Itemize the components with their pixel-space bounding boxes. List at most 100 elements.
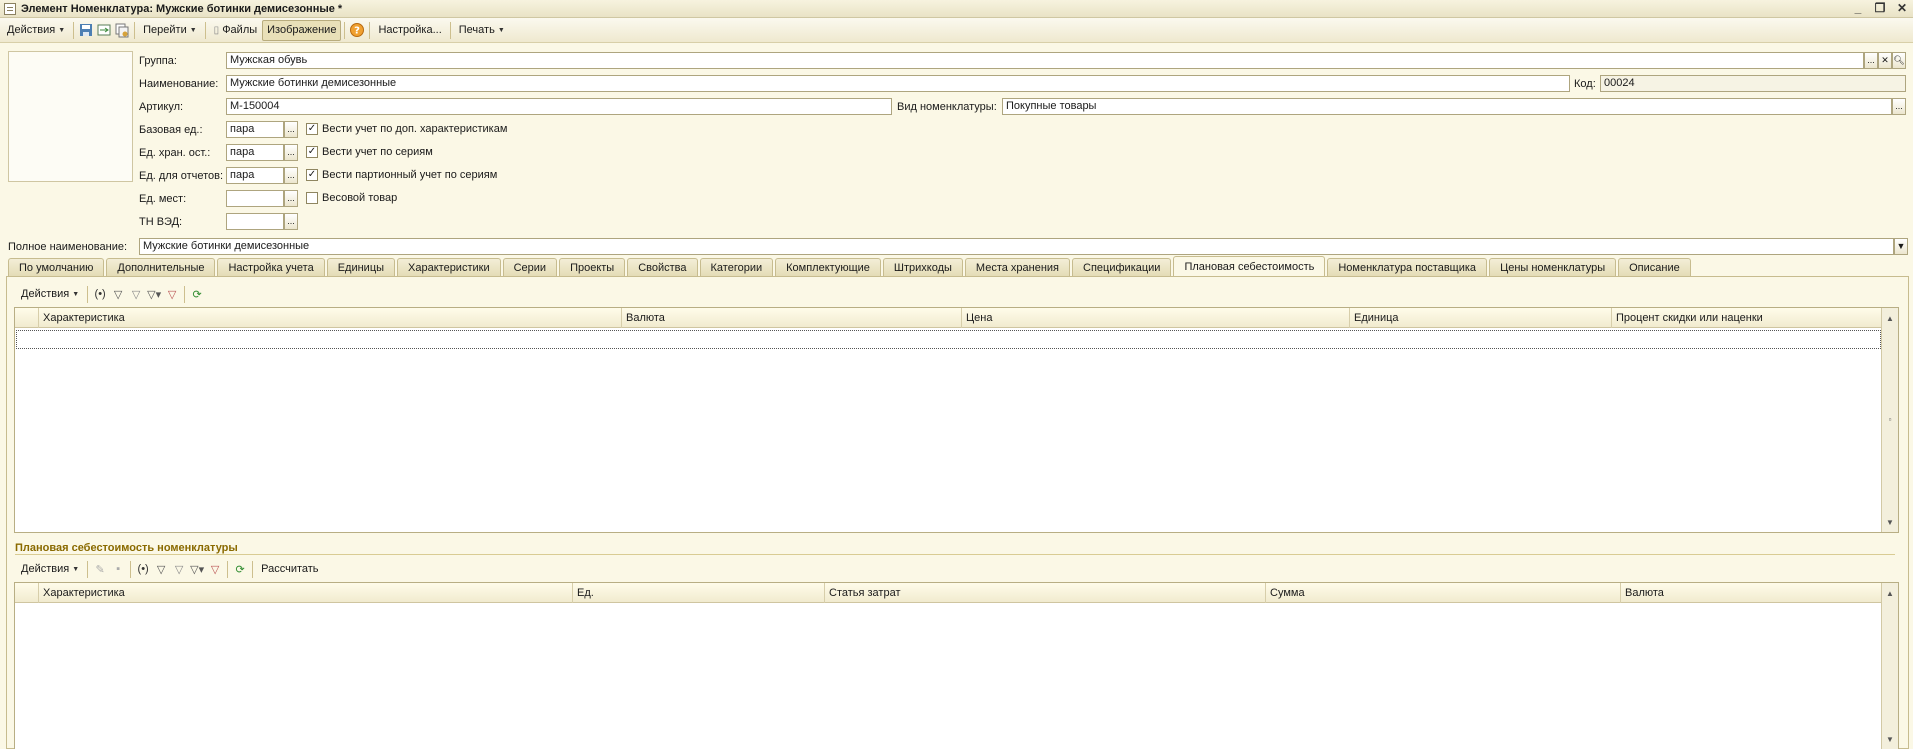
group-open-icon[interactable]: 🔍︎ [1892, 52, 1906, 69]
lower-grid-scrollbar[interactable]: ▲ ▼ [1881, 583, 1898, 749]
image-button[interactable]: Изображение [262, 19, 342, 41]
tab-description[interactable]: Описание [1618, 258, 1691, 276]
print-menu-button[interactable]: Печать ▼ [454, 20, 510, 41]
batch-checkbox[interactable]: ✓ Вести партионный учет по сериям [306, 169, 497, 181]
batch-checkbox-label: Вести партионный учет по сериям [322, 169, 498, 181]
filter-history-icon[interactable]: ▽▾ [145, 285, 163, 303]
fullname-dropdown-icon[interactable]: ▼ [1894, 238, 1908, 255]
series-checkbox[interactable]: ✓ Вести учет по сериям [306, 146, 433, 158]
files-button[interactable]: ▯ Файлы [209, 20, 262, 41]
filter-by-value-icon[interactable]: ▽ [127, 285, 145, 303]
tab-components[interactable]: Комплектующие [775, 258, 881, 276]
copy-icon[interactable] [113, 21, 131, 39]
edit-icon[interactable]: ✎ [91, 560, 109, 578]
upper-grid-scrollbar[interactable]: ▲ ▫ ▼ [1881, 308, 1898, 532]
group-select-button[interactable]: ... [1864, 52, 1878, 69]
tab-additional[interactable]: Дополнительные [106, 258, 216, 276]
article-field[interactable]: М-150004 [226, 98, 892, 115]
minimize-icon[interactable]: _ [1851, 1, 1865, 15]
place-unit-field[interactable] [226, 190, 284, 207]
kind-select-button[interactable]: ... [1892, 98, 1906, 115]
goto-menu-button[interactable]: Перейти ▼ [138, 20, 202, 41]
tab-accounting-settings[interactable]: Настройка учета [217, 258, 325, 276]
scroll-down-icon[interactable]: ▼ [1882, 731, 1898, 747]
filter-clear-icon[interactable]: ▽ [163, 285, 181, 303]
col-currency[interactable]: Валюта [1621, 583, 1882, 603]
tab-planned-cost[interactable]: Плановая себестоимость [1173, 256, 1326, 276]
storage-unit-field[interactable]: пара [226, 144, 284, 161]
base-unit-field[interactable]: пара [226, 121, 284, 138]
tab-supplier-items[interactable]: Номенклатура поставщика [1327, 258, 1488, 276]
tnved-field[interactable] [226, 213, 284, 230]
filter-set-icon[interactable]: ▽ [109, 285, 127, 303]
lower-actions-menu-button[interactable]: Действия ▼ [16, 559, 84, 580]
base-unit-select-button[interactable]: ... [284, 121, 298, 138]
group-field[interactable]: Мужская обувь [226, 52, 1864, 69]
col-price[interactable]: Цена [962, 308, 1350, 328]
save-icon[interactable] [77, 21, 95, 39]
refresh-icon[interactable]: ⟳ [188, 285, 206, 303]
scroll-up-icon[interactable]: ▲ [1882, 585, 1898, 601]
code-field[interactable]: 00024 [1600, 75, 1906, 92]
tab-storage-places[interactable]: Места хранения [964, 258, 1071, 276]
calculate-button[interactable]: Рассчитать [256, 559, 323, 580]
col-currency[interactable]: Валюта [622, 308, 962, 328]
tnved-select-button[interactable]: ... [284, 213, 298, 230]
item-image-box[interactable] [8, 51, 133, 182]
col-unit[interactable]: Единица [1350, 308, 1612, 328]
filter-clear-icon[interactable]: ▽ [206, 560, 224, 578]
save-disabled-icon[interactable]: ▪ [109, 560, 127, 578]
toolbar-separator [369, 21, 371, 39]
save-close-icon[interactable] [95, 21, 113, 39]
tab-specifications[interactable]: Спецификации [1072, 258, 1172, 276]
scroll-down-icon[interactable]: ▼ [1882, 514, 1898, 530]
settings-button[interactable]: Настройка... [373, 20, 446, 41]
dropdown-arrow-icon: ▼ [189, 26, 197, 34]
tab-projects[interactable]: Проекты [559, 258, 626, 276]
scroll-thumb[interactable]: ▫ [1882, 411, 1898, 427]
actions-menu-button[interactable]: Действия ▼ [2, 20, 70, 41]
kind-field[interactable]: Покупные товары [1002, 98, 1892, 115]
tab-item-prices[interactable]: Цены номенклатуры [1489, 258, 1617, 276]
group-clear-icon[interactable]: ✕ [1878, 52, 1892, 69]
col-characteristic[interactable]: Характеристика [39, 583, 573, 603]
storage-unit-select-button[interactable]: ... [284, 144, 298, 161]
col-unit[interactable]: Ед. [573, 583, 825, 603]
upper-actions-menu-button[interactable]: Действия ▼ [16, 284, 84, 305]
fullname-field[interactable]: Мужские ботинки демисезонные [139, 238, 1894, 255]
toolbar-separator [130, 560, 132, 578]
name-label: Наименование: [139, 78, 219, 90]
col-sum[interactable]: Сумма [1266, 583, 1621, 603]
tab-characteristics[interactable]: Характеристики [397, 258, 501, 276]
table-row[interactable] [16, 330, 1881, 349]
characteristics-checkbox[interactable]: ✓ Вести учет по доп. характеристикам [306, 123, 507, 135]
tab-default[interactable]: По умолчанию [8, 258, 105, 276]
parameters-icon[interactable]: (•) [134, 560, 152, 578]
close-icon[interactable]: ✕ [1895, 1, 1909, 15]
help-icon[interactable]: ? [348, 21, 366, 39]
tab-properties[interactable]: Свойства [627, 258, 698, 276]
col-discount-percent[interactable]: Процент скидки или наценки [1612, 308, 1882, 328]
col-characteristic[interactable]: Характеристика [39, 308, 622, 328]
place-unit-select-button[interactable]: ... [284, 190, 298, 207]
report-unit-field[interactable]: пара [226, 167, 284, 184]
scroll-up-icon[interactable]: ▲ [1882, 310, 1898, 326]
report-unit-select-button[interactable]: ... [284, 167, 298, 184]
filter-by-value-icon[interactable]: ▽ [170, 560, 188, 578]
refresh-icon[interactable]: ⟳ [231, 560, 249, 578]
restore-icon[interactable]: ❐ [1873, 1, 1887, 15]
parameters-icon[interactable]: (•) [91, 285, 109, 303]
toolbar-separator [87, 560, 89, 578]
tab-series[interactable]: Серии [502, 258, 558, 276]
window-controls: _ ❐ ✕ [1851, 1, 1909, 15]
col-cost-item[interactable]: Статья затрат [825, 583, 1266, 603]
characteristics-checkbox-label: Вести учет по доп. характеристикам [322, 123, 508, 135]
weight-checkbox[interactable]: Весовой товар [306, 192, 397, 204]
toolbar-separator [252, 560, 254, 578]
tab-barcodes[interactable]: Штрихкоды [882, 258, 963, 276]
filter-history-icon[interactable]: ▽▾ [188, 560, 206, 578]
tab-units[interactable]: Единицы [326, 258, 396, 276]
name-field[interactable]: Мужские ботинки демисезонные [226, 75, 1570, 92]
filter-set-icon[interactable]: ▽ [152, 560, 170, 578]
tab-categories[interactable]: Категории [699, 258, 774, 276]
